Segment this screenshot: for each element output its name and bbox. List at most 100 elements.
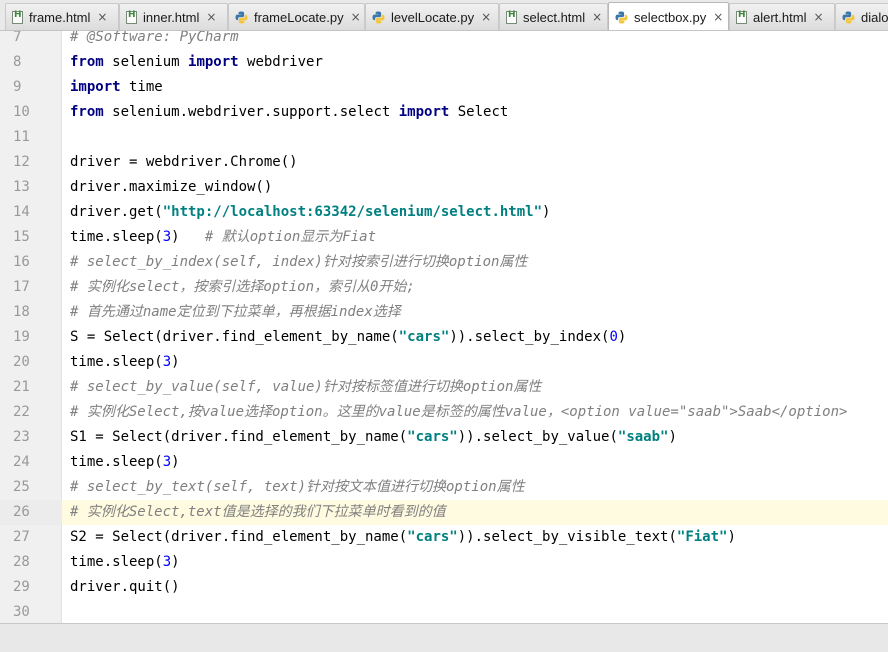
code-area[interactable]: 7 # @Software: PyCharm 8 from selenium impo… — [0, 31, 888, 623]
tab-label: select.html — [523, 9, 586, 25]
tab-selectbox-py[interactable]: selectbox.py × — [608, 2, 729, 30]
code-line[interactable]: 14 driver.get("http://localhost:63342/sel… — [0, 200, 888, 225]
code-text: # 实例化Select,按value选择option。这里的value是标签的属… — [70, 400, 847, 425]
line-number: 23 — [13, 429, 30, 445]
code-line[interactable]: 23 S1 = Select(driver.find_element_by_nam… — [0, 425, 888, 450]
code-line[interactable]: 16 # select_by_index(self, index)针对按索引进行切… — [0, 250, 888, 275]
code-token: time.sleep( — [70, 454, 163, 470]
line-number: 14 — [13, 204, 30, 220]
code-token: time.sleep( — [70, 354, 163, 370]
status-bar — [0, 623, 888, 652]
number-token: 3 — [162, 229, 172, 245]
code-line[interactable]: 19 S = Select(driver.find_element_by_name… — [0, 325, 888, 350]
line-number: 8 — [13, 54, 22, 70]
line-number: 29 — [13, 579, 30, 595]
code-line[interactable]: 28 time.sleep(3) — [0, 550, 888, 575]
tab-inner-html[interactable]: inner.html × — [119, 3, 228, 30]
close-tab-icon[interactable]: × — [481, 10, 491, 24]
code-text: time.sleep(3) # 默认option显示为Fiat — [70, 225, 376, 250]
code-text: S = Select(driver.find_element_by_name("… — [70, 325, 626, 350]
line-number: 7 — [13, 31, 22, 45]
code-line[interactable]: 13 driver.maximize_window() — [0, 175, 888, 200]
code-token: time.sleep( — [70, 229, 163, 245]
code-line[interactable]: 8 from selenium import webdriver — [0, 50, 888, 75]
code-line[interactable]: 22 # 实例化Select,按value选择option。这里的value是标签… — [0, 400, 888, 425]
code-text: from selenium.webdriver.support.select i… — [70, 100, 508, 125]
number-token: 3 — [162, 554, 172, 570]
code-editor[interactable]: 7 # @Software: PyCharm 8 from selenium impo… — [0, 31, 888, 623]
comment-token: # select_by_value(self, value)针对按标签值进行切换… — [70, 379, 542, 395]
html-file-icon — [736, 10, 747, 24]
code-text: time.sleep(3) — [70, 450, 180, 475]
code-token: ) — [668, 429, 677, 445]
comment-token: # select_by_text(self, text)针对按文本值进行切换op… — [70, 479, 525, 495]
code-text: # select_by_value(self, value)针对按标签值进行切换… — [70, 375, 541, 400]
tab-select-html[interactable]: select.html × — [499, 3, 608, 30]
code-token: ) — [171, 554, 180, 570]
line-number: 25 — [13, 479, 30, 495]
code-text: from selenium import webdriver — [70, 50, 323, 75]
code-text: S1 = Select(driver.find_element_by_name(… — [70, 425, 677, 450]
code-line[interactable]: 9 import time — [0, 75, 888, 100]
close-tab-icon[interactable]: × — [351, 10, 361, 24]
line-number: 27 — [13, 529, 30, 545]
comment-token: # 实例化select，按索引选择option，索引从0开始; — [70, 279, 415, 295]
code-token: ) — [727, 529, 736, 545]
code-line[interactable]: 20 time.sleep(3) — [0, 350, 888, 375]
tab-label: frame.html — [29, 9, 91, 25]
code-line[interactable]: 7 # @Software: PyCharm — [0, 31, 888, 50]
code-line[interactable]: 15 time.sleep(3) # 默认option显示为Fiat — [0, 225, 888, 250]
code-line[interactable]: 21 # select_by_value(self, value)针对按标签值进行… — [0, 375, 888, 400]
close-tab-icon[interactable]: × — [206, 10, 216, 24]
tab-alert-html[interactable]: alert.html × — [729, 3, 835, 30]
code-token: time.sleep( — [70, 554, 163, 570]
tab-frame-html[interactable]: frame.html × — [5, 3, 119, 30]
tab-label: selectbox.py — [634, 9, 707, 25]
close-tab-icon[interactable]: × — [97, 10, 107, 24]
close-tab-icon[interactable]: × — [813, 10, 823, 24]
code-token: driver.maximize_window() — [70, 179, 273, 195]
code-text: driver.quit() — [70, 575, 180, 600]
comment-token: # @Software: PyCharm — [70, 31, 239, 45]
line-number: 30 — [13, 604, 30, 620]
tab-label: inner.html — [143, 9, 200, 25]
code-line[interactable]: 27 S2 = Select(driver.find_element_by_nam… — [0, 525, 888, 550]
code-token: driver.get( — [70, 204, 163, 220]
code-line[interactable]: 11 — [0, 125, 888, 150]
code-text: # select_by_text(self, text)针对按文本值进行切换op… — [70, 475, 525, 500]
string-token: "Fiat" — [676, 529, 728, 545]
code-line[interactable]: 29 driver.quit() — [0, 575, 888, 600]
tab-label: dialo — [861, 9, 888, 25]
keyword-token: from — [70, 104, 104, 120]
code-line[interactable]: 30 — [0, 600, 888, 623]
code-token: )).select_by_value( — [457, 429, 618, 445]
python-file-icon — [842, 11, 855, 24]
code-line[interactable]: 24 time.sleep(3) — [0, 450, 888, 475]
close-tab-icon[interactable]: × — [592, 10, 602, 24]
code-token: Select — [449, 104, 509, 120]
code-text: time.sleep(3) — [70, 550, 180, 575]
keyword-token: import — [398, 104, 450, 120]
code-line[interactable]: 12 driver = webdriver.Chrome() — [0, 150, 888, 175]
tab-dialo[interactable]: dialo — [835, 3, 888, 30]
code-line[interactable]: 18 # 首先通过name定位到下拉菜单，再根据index选择 — [0, 300, 888, 325]
line-number: 24 — [13, 454, 30, 470]
code-line[interactable]: 25 # select_by_text(self, text)针对按文本值进行切换… — [0, 475, 888, 500]
line-number: 19 — [13, 329, 30, 345]
line-number: 20 — [13, 354, 30, 370]
code-token: time — [120, 79, 163, 95]
code-token: )).select_by_visible_text( — [457, 529, 677, 545]
code-token: selenium.webdriver.support.select — [103, 104, 399, 120]
line-number: 21 — [13, 379, 30, 395]
close-tab-icon[interactable]: × — [713, 10, 723, 24]
code-line[interactable]: 26 # 实例化Select,text值是选择的我们下拉菜单时看到的值 — [0, 500, 888, 525]
code-text: # 实例化select，按索引选择option，索引从0开始; — [70, 275, 415, 300]
string-token: "http://localhost:63342/selenium/select.… — [162, 204, 543, 220]
code-line[interactable]: 17 # 实例化select，按索引选择option，索引从0开始; — [0, 275, 888, 300]
code-line[interactable]: 10 from selenium.webdriver.support.select… — [0, 100, 888, 125]
tab-frameLocate-py[interactable]: frameLocate.py × — [228, 3, 365, 30]
tab-levelLocate-py[interactable]: levelLocate.py × — [365, 3, 499, 30]
keyword-token: import — [188, 54, 239, 70]
line-number: 17 — [13, 279, 30, 295]
string-token: "cars" — [398, 329, 450, 345]
